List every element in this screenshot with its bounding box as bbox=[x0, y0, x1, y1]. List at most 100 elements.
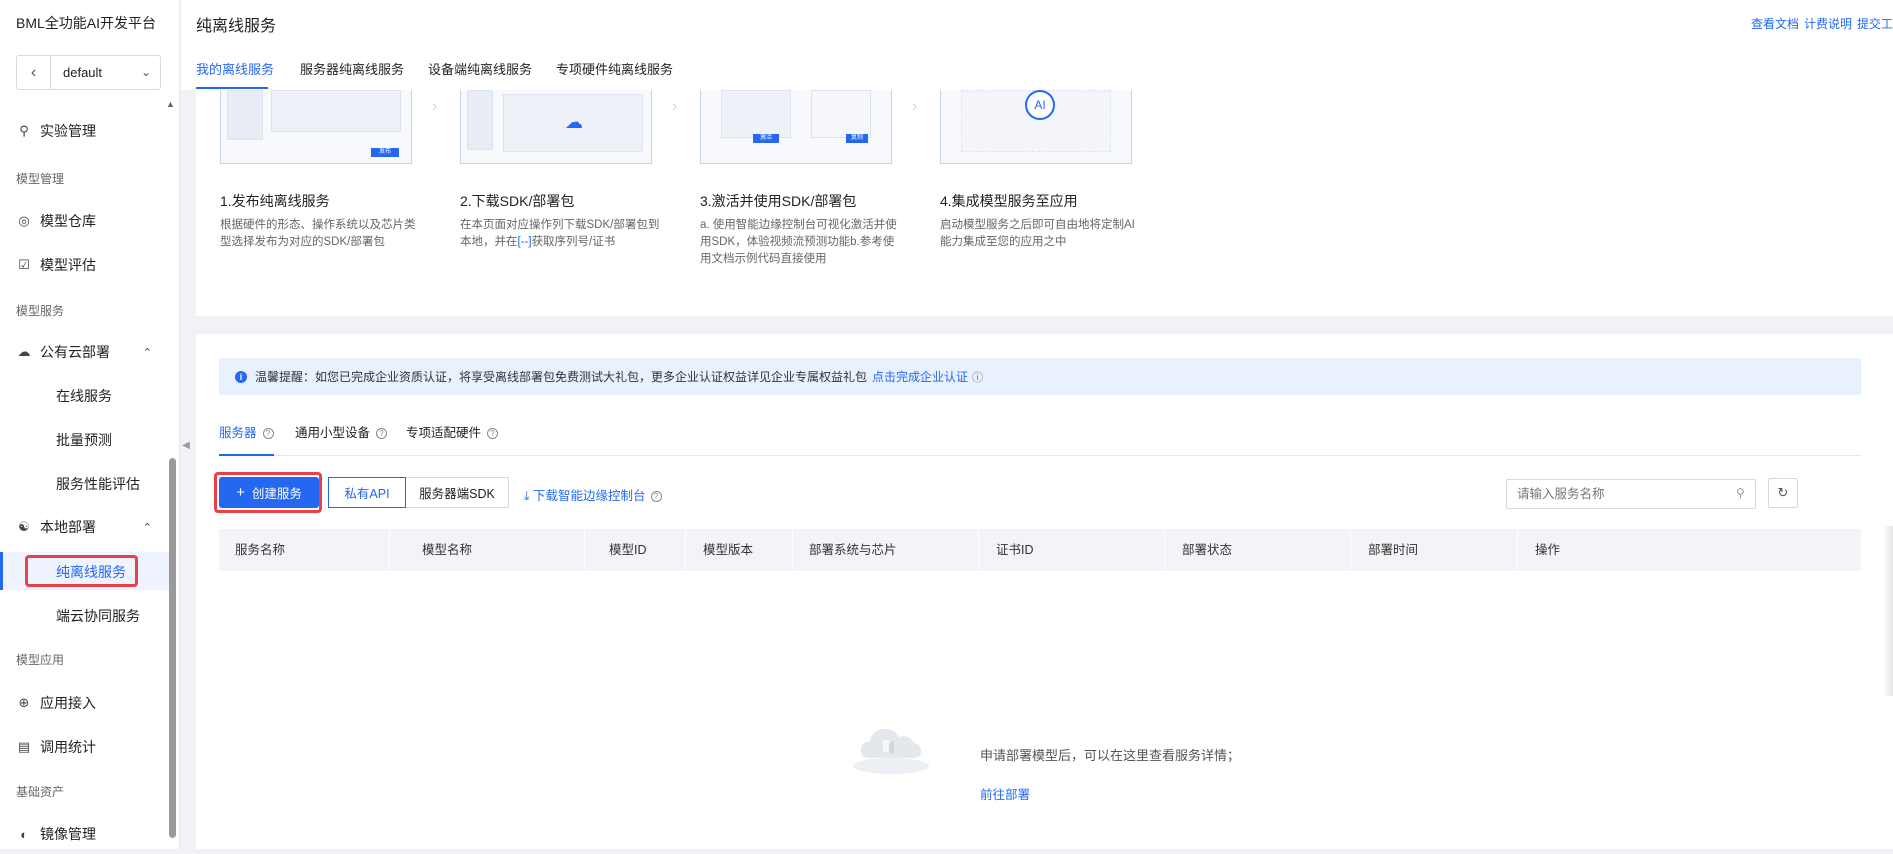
column-divider bbox=[1350, 529, 1351, 571]
sidebar-scrollbar[interactable] bbox=[169, 458, 176, 838]
sidebar-item-image-mgmt[interactable]: ◐ 镜像管理 bbox=[0, 814, 172, 854]
sidebar-item-label: 实验管理 bbox=[40, 123, 96, 139]
sidebar-item-offline-service[interactable]: 纯离线服务 bbox=[56, 562, 126, 582]
local-deploy-icon: ☯ bbox=[18, 519, 30, 534]
notice-text: 温馨提醒：如您已完成企业资质认证，将享受离线部署包免费测试大礼包，更多企业认证权… bbox=[255, 370, 868, 384]
sidebar-item-local-deploy[interactable]: ☯ 本地部署 ⌃ bbox=[0, 507, 172, 547]
empty-state-text: 申请部署模型后，可以在这里查看服务详情； bbox=[980, 748, 1241, 763]
collapse-sidebar-icon[interactable]: ◀ bbox=[180, 430, 192, 460]
help-icon[interactable]: ? bbox=[487, 428, 499, 440]
scroll-up-icon[interactable]: ▲ bbox=[166, 99, 175, 109]
group-base-assets: 基础资产 bbox=[16, 785, 65, 799]
download-icon: ⤓ bbox=[524, 489, 533, 503]
tab-my-offline[interactable]: 我的离线服务 bbox=[196, 59, 274, 78]
service-search-input[interactable] bbox=[1506, 479, 1756, 509]
step-3-title: 3.激活并使用SDK/部署包 bbox=[700, 193, 857, 209]
chevron-up-icon: ⌃ bbox=[142, 346, 152, 359]
group-model-service: 模型服务 bbox=[16, 304, 65, 318]
step-4-desc: 启动模型服务之后即可自由地将定制AI能力集成至您的应用之中 bbox=[940, 219, 1135, 248]
active-tab-indicator bbox=[219, 454, 274, 456]
column-divider bbox=[685, 529, 686, 571]
col-deploy-status: 部署状态 bbox=[1182, 543, 1233, 557]
sidebar-item-label: 公有云部署 bbox=[40, 344, 110, 360]
step-2-desc: 在本页面对应操作列下载SDK/部署包到本地，并在[--]获取序列号/证书 bbox=[460, 217, 660, 251]
step-2-desc-link[interactable]: [--] bbox=[518, 236, 532, 248]
step-4-title: 4.集成模型服务至应用 bbox=[940, 193, 1078, 209]
step-1-title: 1.发布纯离线服务 bbox=[220, 193, 330, 209]
chevron-down-icon: ⌄ bbox=[140, 65, 151, 79]
help-icon[interactable]: ? bbox=[650, 491, 662, 503]
download-edge-console-link[interactable]: ⤓ 下载智能边缘控制台? bbox=[524, 485, 662, 504]
app-access-icon: ⊕ bbox=[18, 695, 30, 710]
sidebar-item-app-access[interactable]: ⊕ 应用接入 bbox=[0, 683, 172, 723]
column-divider bbox=[1164, 529, 1165, 571]
step-2-illustration: ☁ bbox=[460, 90, 652, 164]
back-icon[interactable]: ‹ bbox=[17, 56, 51, 89]
tab-special-hardware[interactable]: 专项适配硬件? bbox=[406, 422, 499, 441]
billing-link[interactable]: 计费说明 bbox=[1804, 17, 1852, 31]
sidebar-item-label: 镜像管理 bbox=[40, 826, 96, 842]
empty-state-icon bbox=[853, 729, 929, 774]
notice-banner: i 温馨提醒：如您已完成企业资质认证，将享受离线部署包免费测试大礼包，更多企业认… bbox=[219, 358, 1861, 395]
step-arrow-icon: › bbox=[912, 98, 918, 115]
enterprise-auth-link[interactable]: 点击完成企业认证 bbox=[872, 368, 968, 385]
sidebar-item-label: 模型评估 bbox=[40, 257, 96, 273]
help-icon[interactable]: ⓘ bbox=[972, 369, 983, 385]
sidebar-item-experiment[interactable]: ⚲ 实验管理 bbox=[0, 111, 172, 151]
stats-icon: ▤ bbox=[17, 739, 31, 754]
go-deploy-link[interactable]: 前往部署 bbox=[980, 784, 1030, 803]
col-service-name: 服务名称 bbox=[235, 543, 286, 557]
server-sdk-toggle[interactable]: 服务器端SDK bbox=[405, 477, 509, 508]
docs-link[interactable]: 查看文档 bbox=[1751, 17, 1799, 31]
tab-device-offline[interactable]: 设备端纯离线服务 bbox=[428, 59, 532, 78]
tab-hardware-offline[interactable]: 专项硬件纯离线服务 bbox=[556, 59, 673, 78]
sidebar-item-label: 应用接入 bbox=[40, 695, 96, 711]
cloud-icon: ☁ bbox=[17, 344, 31, 359]
sidebar: BML全功能AI开发平台 ‹ default ⌄ ▲ ⚲ 实验管理 模型管理 ◎… bbox=[0, 0, 180, 849]
illustration-panel bbox=[467, 90, 493, 150]
col-cert-id: 证书ID bbox=[996, 543, 1034, 557]
step-arrow-icon: › bbox=[432, 98, 438, 115]
group-model-management: 模型管理 bbox=[16, 172, 65, 186]
page-title: 纯离线服务 bbox=[196, 18, 277, 35]
brand-title: BML全功能AI开发平台 bbox=[16, 15, 157, 31]
help-icon[interactable]: ? bbox=[376, 428, 388, 440]
create-service-button[interactable]: + 创建服务 bbox=[219, 477, 319, 508]
sidebar-item-label: 调用统计 bbox=[40, 739, 96, 755]
tab-label: 通用小型设备 bbox=[295, 426, 371, 440]
private-api-toggle[interactable]: 私有API bbox=[328, 477, 406, 508]
col-actions: 操作 bbox=[1535, 543, 1561, 557]
sidebar-item-call-stats[interactable]: ▤ 调用统计 bbox=[0, 727, 172, 767]
sidebar-item-model-repo[interactable]: ◎ 模型仓库 bbox=[0, 201, 172, 241]
flask-icon: ⚲ bbox=[19, 123, 29, 138]
sidebar-item-public-cloud[interactable]: ☁ 公有云部署 ⌃ bbox=[0, 332, 172, 372]
workspace-select[interactable]: ‹ default ⌄ bbox=[16, 55, 161, 90]
refresh-button[interactable]: ↻ bbox=[1768, 478, 1798, 508]
column-divider bbox=[1517, 529, 1518, 571]
sidebar-item-online-service[interactable]: 在线服务 bbox=[56, 386, 112, 406]
table-header: 服务名称 模型名称 模型ID 模型版本 部署系统与芯片 证书ID 部署状态 部署… bbox=[219, 529, 1861, 571]
illustration-panel bbox=[271, 90, 401, 132]
sidebar-item-edge-cloud[interactable]: 端云协同服务 bbox=[56, 606, 140, 626]
illustration-button: 激活 bbox=[753, 134, 779, 143]
col-deploy-time: 部署时间 bbox=[1368, 543, 1419, 557]
step-1-desc: 根据硬件的形态、操作系统以及芯片类型选择发布为对应的SDK/部署包 bbox=[220, 219, 416, 248]
search-icon[interactable]: ⚲ bbox=[1736, 486, 1745, 500]
sidebar-item-batch-predict[interactable]: 批量预测 bbox=[56, 430, 112, 450]
sidebar-item-label: 本地部署 bbox=[40, 519, 96, 535]
tab-server-offline[interactable]: 服务器纯离线服务 bbox=[300, 59, 404, 78]
illustration-panel bbox=[811, 90, 871, 138]
sidebar-item-perf-eval[interactable]: 服务性能评估 bbox=[56, 474, 140, 494]
info-icon: i bbox=[235, 370, 247, 383]
step-2-desc-text: 获取序列号/证书 bbox=[531, 236, 616, 248]
step-2-title: 2.下载SDK/部署包 bbox=[460, 193, 575, 209]
col-model-name: 模型名称 bbox=[422, 543, 473, 557]
tab-label: 专项适配硬件 bbox=[406, 426, 482, 440]
help-icon[interactable]: ? bbox=[262, 428, 274, 440]
illustration-panel bbox=[721, 90, 791, 138]
chevron-up-icon: ⌃ bbox=[142, 521, 152, 534]
sidebar-item-model-eval[interactable]: ☑ 模型评估 bbox=[0, 245, 172, 285]
tab-server[interactable]: 服务器? bbox=[219, 422, 274, 441]
tab-small-device[interactable]: 通用小型设备? bbox=[295, 422, 388, 441]
ticket-link[interactable]: 提交工 bbox=[1857, 17, 1893, 31]
